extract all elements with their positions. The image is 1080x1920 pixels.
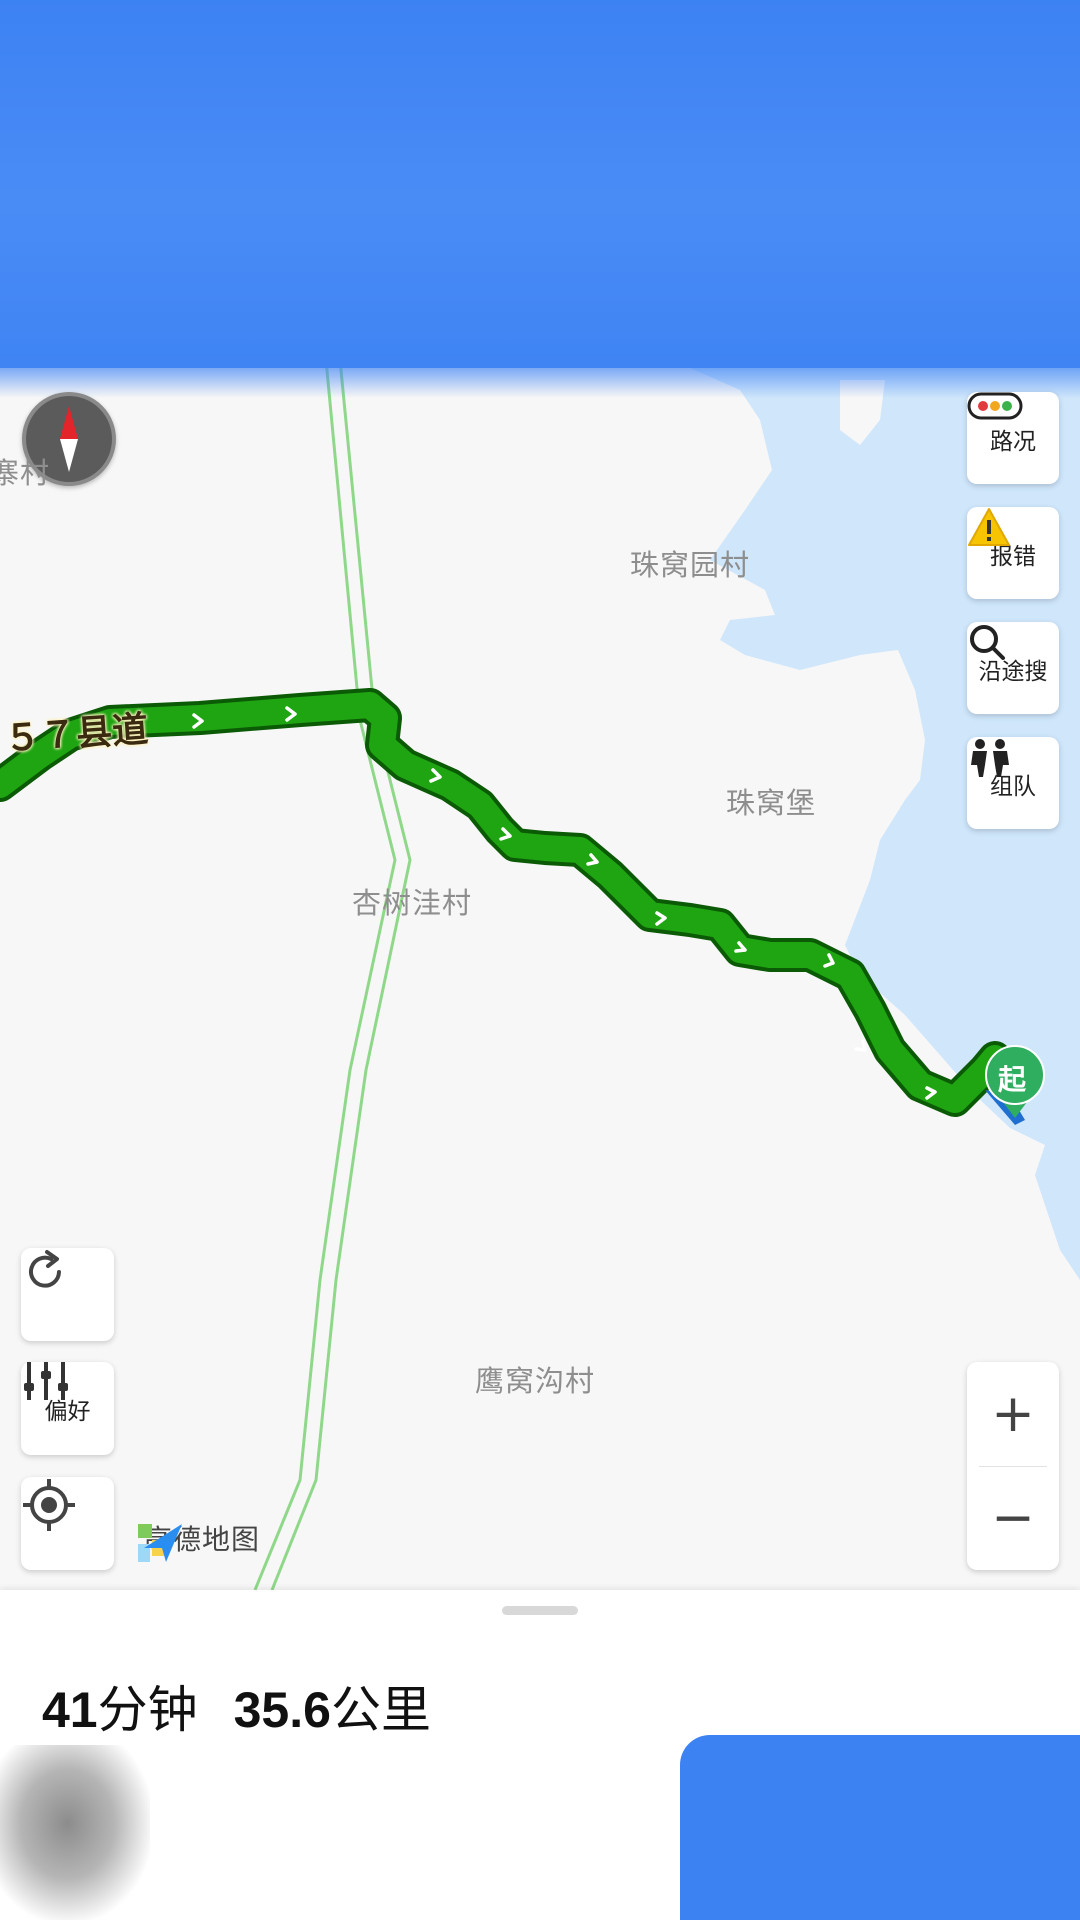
search-icon [970,625,1005,660]
amap-logo-icon [138,1524,182,1562]
route-arrows [192,706,937,1100]
start-marker-label: 起 [998,1063,1027,1096]
redacted-region-bottom-left [0,1745,150,1920]
minus-icon: − [991,1488,1035,1548]
traffic-button[interactable]: 路况 [967,392,1059,484]
team-button[interactable]: 组队 [967,737,1059,829]
locate-icon [23,1479,75,1531]
zoom-in-button[interactable]: + [967,1362,1059,1466]
report-error-button[interactable]: 报错 [967,507,1059,599]
place-label: 杏树洼村 [352,886,473,920]
road-label: ５７县道 [2,709,150,760]
team-icon [971,739,1009,777]
railway [253,359,412,1590]
plus-icon: + [991,1384,1035,1444]
redacted-region-top [0,0,1080,398]
locate-button[interactable] [21,1477,114,1570]
route-summary: 41分钟 35.6公里 [42,1670,431,1742]
traffic-label: 路况 [990,429,1036,455]
distance-unit: 公里 [330,1681,431,1739]
place-label: 寨村 [0,456,51,490]
route-summary-sheet[interactable]: 41分钟 35.6公里 [0,1590,1080,1920]
warning-icon [968,508,1010,546]
route-line [0,688,1012,1117]
drag-handle[interactable] [502,1606,578,1615]
preference-button[interactable]: 偏好 [21,1362,114,1455]
redacted-region-bottom-right [680,1735,1080,1920]
place-label: 鹰窝沟村 [475,1364,596,1398]
place-label: 珠窝园村 [630,548,751,582]
distance-value: 35.6 [233,1682,331,1738]
amap-logo: 高德地图 [136,1518,260,1562]
search-along-button[interactable]: 沿途搜 [967,622,1059,714]
refresh-icon [29,1250,61,1288]
refresh-button[interactable] [21,1248,114,1341]
place-label: 珠窝堡 [726,786,817,820]
duration-value: 41 [42,1682,98,1738]
sliders-icon [24,1362,68,1400]
traffic-light-icon [967,392,1023,420]
zoom-out-button[interactable]: − [967,1466,1059,1570]
map-view[interactable]: 寨村 珠窝园村 珠窝堡 杏树洼村 鹰窝沟村 ５７县道 起 路况 报错 沿途搜 组… [0,0,1080,1590]
zoom-control: + − [967,1362,1059,1570]
duration-unit: 分钟 [97,1681,198,1739]
